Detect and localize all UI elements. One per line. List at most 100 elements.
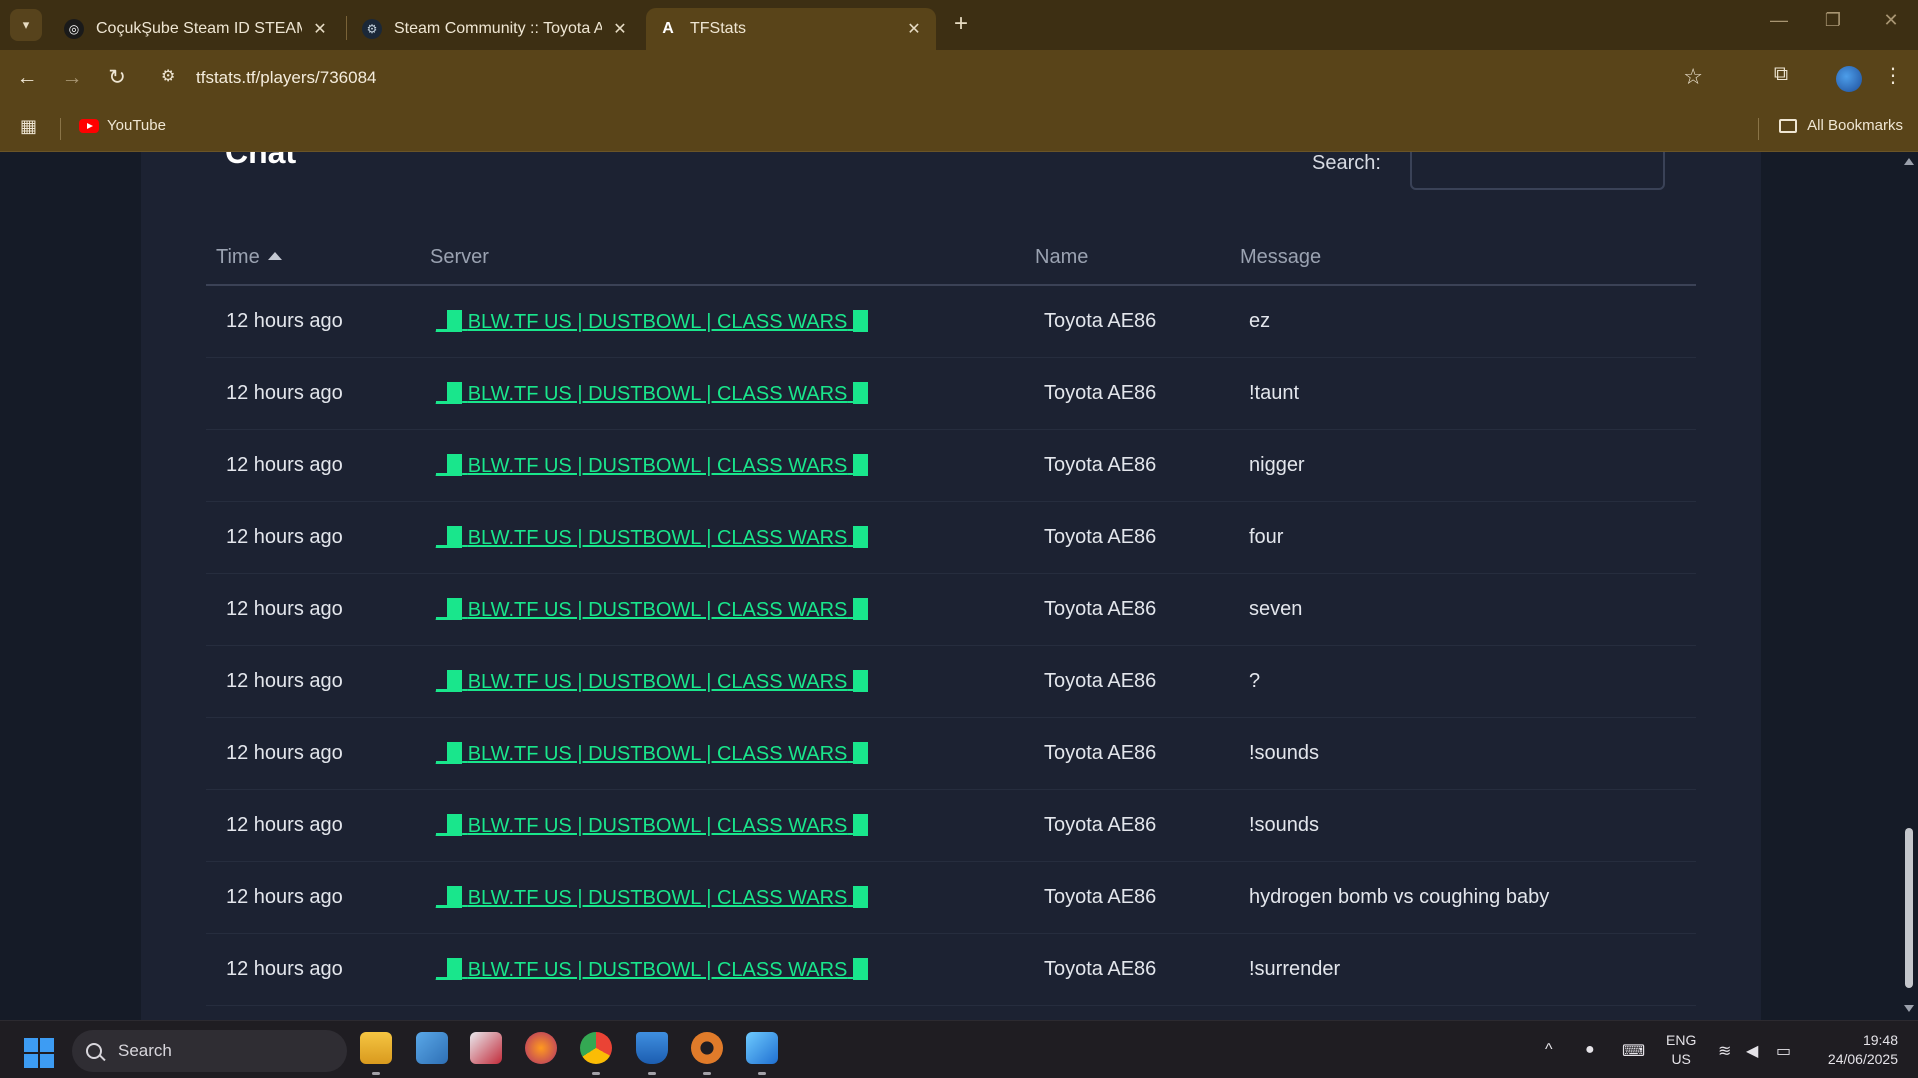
- block-glyph: [852, 526, 868, 548]
- server-link[interactable]: _ BLW.TF US | DUSTBOWL | CLASS WARS: [436, 382, 868, 405]
- close-tab-icon[interactable]: ✕: [904, 19, 924, 39]
- chrome-icon[interactable]: [580, 1032, 612, 1064]
- taskbar-search[interactable]: Search: [72, 1030, 347, 1072]
- table-row: 12 hours ago _ BLW.TF US | DUSTBOWL | CLA…: [206, 934, 1696, 1006]
- cell-name: Toyota AE86: [1044, 382, 1157, 404]
- cell-message: ?: [1249, 670, 1261, 692]
- cell-message: !sounds: [1249, 814, 1320, 836]
- column-name[interactable]: Name: [1035, 246, 1088, 269]
- cell-server: _ BLW.TF US | DUSTBOWL | CLASS WARS: [436, 814, 868, 838]
- windows-taskbar: Search ^ ● ⌨ ENG US ≋ ◀ ▭ 19:48 24/06/20…: [0, 1020, 1918, 1078]
- column-server[interactable]: Server: [430, 246, 489, 269]
- column-time[interactable]: Time: [216, 246, 282, 269]
- firefox-icon[interactable]: [525, 1032, 557, 1064]
- control-panel-icon[interactable]: [416, 1032, 448, 1064]
- address-bar[interactable]: ⚙ tfstats.tf/players/736084 ☆: [150, 54, 1713, 100]
- tab-tfstats[interactable]: A TFStats ✕: [646, 8, 936, 50]
- url-text[interactable]: tfstats.tf/players/736084: [196, 68, 377, 88]
- scroll-thumb[interactable]: [1905, 828, 1913, 988]
- server-link[interactable]: _ BLW.TF US | DUSTBOWL | CLASS WARS: [436, 454, 868, 477]
- snipping-tool-icon[interactable]: [470, 1032, 502, 1064]
- cell-name: Toyota AE86: [1044, 886, 1157, 908]
- apps-grid-icon[interactable]: ▦: [20, 116, 37, 137]
- block-glyph: [852, 454, 868, 476]
- tab-search-chevron-icon[interactable]: ▾: [10, 9, 42, 41]
- close-tab-icon[interactable]: ✕: [610, 19, 630, 39]
- forward-icon[interactable]: →: [57, 63, 87, 93]
- cell-server: _ BLW.TF US | DUSTBOWL | CLASS WARS: [436, 742, 868, 766]
- minimize-icon[interactable]: —: [1764, 10, 1794, 31]
- server-link[interactable]: _ BLW.TF US | DUSTBOWL | CLASS WARS: [436, 886, 868, 909]
- windows-start-icon[interactable]: [24, 1038, 54, 1068]
- tab-cocuksube[interactable]: ◎ CoçukŞube Steam ID STEAM_0: ✕: [52, 8, 342, 50]
- tab-steam-community[interactable]: ⚙ Steam Community :: Toyota AE86 ✕: [350, 8, 642, 50]
- all-bookmarks-button[interactable]: All Bookmarks: [1779, 117, 1903, 134]
- shield-app-icon[interactable]: [636, 1032, 668, 1064]
- cell-server: _ BLW.TF US | DUSTBOWL | CLASS WARS: [436, 382, 868, 406]
- system-clock[interactable]: 19:48 24/06/2025: [1828, 1031, 1898, 1069]
- bookmarks-bar: ▦ YouTube All Bookmarks: [0, 106, 1918, 152]
- cell-server: _ BLW.TF US | DUSTBOWL | CLASS WARS: [436, 598, 868, 622]
- new-tab-button[interactable]: +: [948, 12, 974, 38]
- server-link[interactable]: _ BLW.TF US | DUSTBOWL | CLASS WARS: [436, 814, 868, 837]
- block-glyph: [447, 310, 463, 332]
- volume-icon[interactable]: ◀: [1746, 1041, 1758, 1061]
- close-window-icon[interactable]: ✕: [1876, 10, 1906, 31]
- cell-server: _ BLW.TF US | DUSTBOWL | CLASS WARS: [436, 310, 868, 334]
- cell-server: _ BLW.TF US | DUSTBOWL | CLASS WARS: [436, 886, 868, 910]
- cell-name: Toyota AE86: [1044, 310, 1157, 332]
- extensions-icon[interactable]: ⧉: [1766, 63, 1796, 86]
- menu-icon[interactable]: ⋮: [1878, 63, 1908, 88]
- battery-icon[interactable]: ▭: [1776, 1041, 1791, 1061]
- language-indicator[interactable]: ENG US: [1666, 1031, 1696, 1069]
- page-scrollbar[interactable]: [1900, 152, 1918, 1020]
- cell-name: Toyota AE86: [1044, 598, 1157, 620]
- bookmarks-divider: [1758, 118, 1759, 140]
- site-info-icon[interactable]: ⚙: [161, 66, 175, 86]
- column-message[interactable]: Message: [1240, 246, 1321, 269]
- block-glyph: [852, 670, 868, 692]
- server-link[interactable]: _ BLW.TF US | DUSTBOWL | CLASS WARS: [436, 670, 868, 693]
- restore-icon[interactable]: ❐: [1818, 10, 1848, 31]
- running-indicator: [648, 1072, 656, 1075]
- cell-server: _ BLW.TF US | DUSTBOWL | CLASS WARS: [436, 958, 868, 982]
- cell-name: Toyota AE86: [1044, 526, 1157, 548]
- keyboard-icon[interactable]: ⌨: [1622, 1041, 1645, 1061]
- photos-icon[interactable]: [746, 1032, 778, 1064]
- cell-name: Toyota AE86: [1044, 454, 1157, 476]
- search-icon: [86, 1043, 102, 1059]
- server-link[interactable]: _ BLW.TF US | DUSTBOWL | CLASS WARS: [436, 958, 868, 981]
- block-glyph: [447, 814, 463, 836]
- profile-avatar[interactable]: [1836, 66, 1862, 92]
- back-icon[interactable]: ←: [12, 63, 42, 93]
- show-hidden-icons-icon[interactable]: ^: [1545, 1041, 1553, 1059]
- server-link[interactable]: _ BLW.TF US | DUSTBOWL | CLASS WARS: [436, 310, 868, 333]
- cell-time: 12 hours ago: [226, 526, 343, 548]
- running-indicator: [703, 1072, 711, 1075]
- block-glyph: [447, 742, 463, 764]
- bookmark-youtube[interactable]: YouTube: [79, 117, 166, 134]
- cell-message: nigger: [1249, 454, 1305, 476]
- bookmarks-divider: [60, 118, 61, 140]
- cell-time: 12 hours ago: [226, 454, 343, 476]
- cell-message: ez: [1249, 310, 1271, 332]
- cell-time: 12 hours ago: [226, 958, 343, 980]
- table-header: Time Server Name Message: [206, 234, 1696, 286]
- bookmark-star-icon[interactable]: ☆: [1683, 64, 1703, 90]
- microphone-icon[interactable]: ●: [1585, 1041, 1595, 1059]
- chat-panel: Chat Search: Time Server Name Message 12…: [141, 152, 1761, 1020]
- file-explorer-icon[interactable]: [360, 1032, 392, 1064]
- wifi-icon[interactable]: ≋: [1718, 1041, 1731, 1061]
- server-link[interactable]: _ BLW.TF US | DUSTBOWL | CLASS WARS: [436, 598, 868, 621]
- tf2-icon[interactable]: [691, 1032, 723, 1064]
- server-link[interactable]: _ BLW.TF US | DUSTBOWL | CLASS WARS: [436, 526, 868, 549]
- reload-icon[interactable]: ↻: [102, 63, 132, 93]
- table-row: 12 hours ago _ BLW.TF US | DUSTBOWL | CLA…: [206, 286, 1696, 358]
- scroll-up-icon[interactable]: [1904, 158, 1914, 165]
- page-title: Chat: [225, 152, 297, 170]
- server-link[interactable]: _ BLW.TF US | DUSTBOWL | CLASS WARS: [436, 742, 868, 765]
- block-glyph: [447, 886, 463, 908]
- search-input[interactable]: [1410, 152, 1665, 190]
- close-tab-icon[interactable]: ✕: [310, 19, 330, 39]
- scroll-down-icon[interactable]: [1904, 1005, 1914, 1012]
